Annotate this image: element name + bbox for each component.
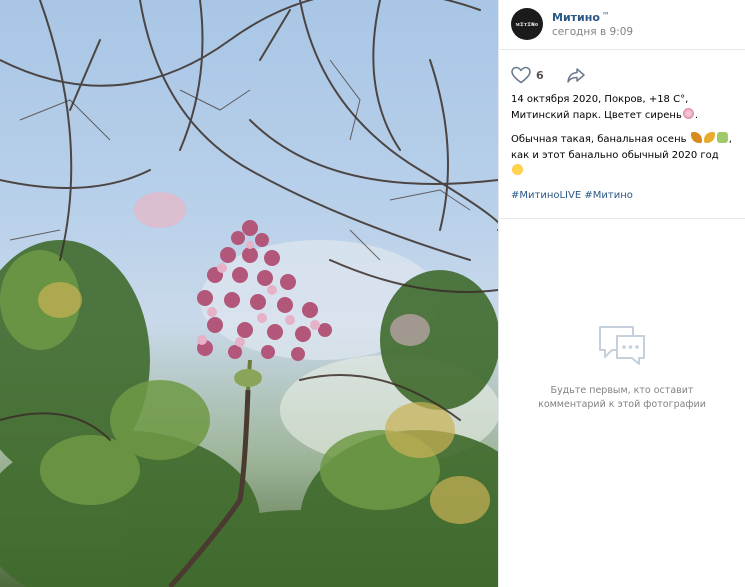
hashtags: #МитиноLIVE #Митино	[511, 188, 733, 204]
photo[interactable]	[0, 0, 498, 587]
comments-empty-text: Будьте первым, кто оставит комментарий к…	[538, 385, 706, 410]
sheaf-emoji-icon	[716, 132, 728, 143]
description-line-1-end: .	[694, 110, 699, 121]
description-line-1: 14 октября 2020, Покров, +18 С°, Митинск…	[511, 94, 689, 121]
fallen-leaf-emoji-icon	[690, 132, 702, 143]
post-time[interactable]: сегодня в 9:09	[552, 25, 633, 40]
side-panel: ᴍɪᴛɪɴᴏ Митино ™ сегодня в 9:09 6 14 октя…	[498, 0, 745, 587]
avatar-text: ᴍɪᴛɪɴᴏ	[515, 20, 539, 28]
photo-viewer: ᴍɪᴛɪɴᴏ Митино ™ сегодня в 9:09 6 14 октя…	[0, 0, 745, 587]
share-arrow-icon[interactable]	[566, 66, 586, 84]
cherry-blossom-emoji-icon	[682, 108, 694, 119]
chat-bubbles-icon	[597, 324, 647, 368]
laughing-emoji-icon	[512, 164, 523, 175]
hashtag-link[interactable]: #МитиноLIVE	[511, 190, 581, 201]
comments-empty-state: Будьте первым, кто оставит комментарий к…	[499, 219, 745, 587]
description-paragraph-2: Обычная такая, банальная осень , как и э…	[511, 132, 733, 180]
hashtag-link[interactable]: #Митино	[584, 190, 633, 201]
author-name-suffix: ™	[601, 11, 610, 20]
author-name-link[interactable]: Митино	[552, 11, 600, 24]
author-header: ᴍɪᴛɪɴᴏ Митино ™ сегодня в 9:09	[499, 0, 745, 50]
description-line-2a: Обычная такая, банальная осень	[511, 134, 687, 145]
maple-leaf-emoji-icon	[703, 132, 715, 143]
description-paragraph-1: 14 октября 2020, Покров, +18 С°, Митинск…	[511, 92, 733, 124]
avatar[interactable]: ᴍɪᴛɪɴᴏ	[511, 8, 543, 40]
lilac-photo-illustration	[0, 0, 498, 587]
like-count: 6	[536, 68, 544, 82]
author-meta: Митино ™ сегодня в 9:09	[552, 8, 633, 40]
post-description: 14 октября 2020, Покров, +18 С°, Митинск…	[499, 88, 745, 204]
actions-bar: 6	[499, 50, 745, 88]
heart-icon[interactable]	[511, 66, 531, 84]
